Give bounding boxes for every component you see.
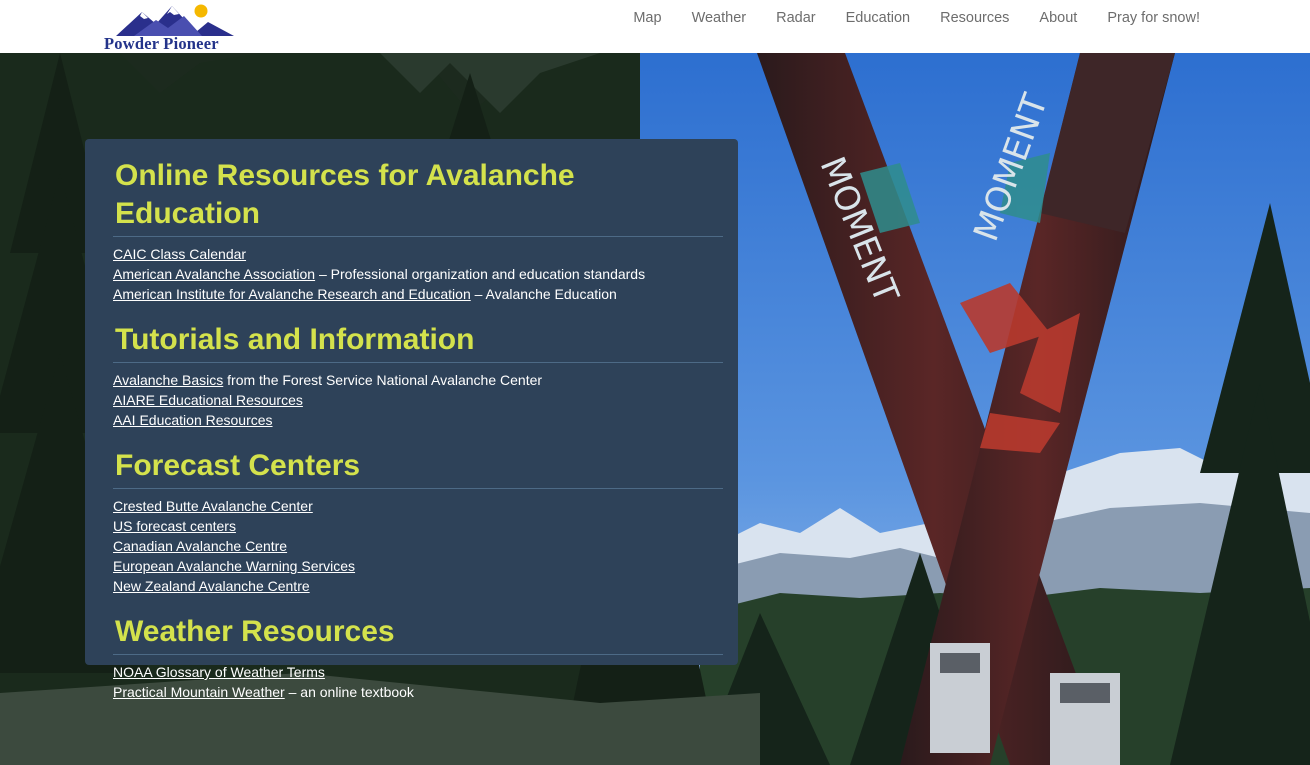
list-item: NOAA Glossary of Weather Terms	[113, 662, 723, 682]
site-header: Powder Pioneer Map Weather Radar Educati…	[0, 0, 1310, 53]
nav-link-map[interactable]: Map	[633, 10, 661, 26]
link-noaa-glossary[interactable]: NOAA Glossary of Weather Terms	[113, 664, 325, 680]
nav-link-about[interactable]: About	[1039, 10, 1077, 26]
list-item: US forecast centers	[113, 516, 723, 536]
link-crested-butte-avalanche-center[interactable]: Crested Butte Avalanche Center	[113, 498, 313, 514]
mountain-logo-icon	[116, 4, 234, 36]
link-new-zealand-avalanche-centre[interactable]: New Zealand Avalanche Centre	[113, 578, 310, 594]
nav-link-radar[interactable]: Radar	[776, 10, 816, 26]
list-item: AAI Education Resources	[113, 410, 723, 430]
list-item: Crested Butte Avalanche Center	[113, 496, 723, 516]
link-american-avalanche-association[interactable]: American Avalanche Association	[113, 266, 315, 282]
link-us-forecast-centers[interactable]: US forecast centers	[113, 518, 236, 534]
link-european-avalanche-warning-services[interactable]: European Avalanche Warning Services	[113, 558, 355, 574]
list-item: CAIC Class Calendar	[113, 244, 723, 264]
link-practical-mountain-weather[interactable]: Practical Mountain Weather	[113, 684, 285, 700]
section-weather-resources: Weather Resources NOAA Glossary of Weath…	[113, 613, 723, 702]
link-aai-education-resources[interactable]: AAI Education Resources	[113, 412, 273, 428]
section-heading: Online Resources for Avalanche Education	[115, 159, 575, 230]
nav-link-pray-for-snow[interactable]: Pray for snow!	[1107, 10, 1200, 26]
link-aiare-educational-resources[interactable]: AIARE Educational Resources	[113, 392, 303, 408]
link-canadian-avalanche-centre[interactable]: Canadian Avalanche Centre	[113, 538, 287, 554]
nav-link-resources[interactable]: Resources	[940, 10, 1009, 26]
list-item: AIARE Educational Resources	[113, 390, 723, 410]
list-item: Canadian Avalanche Centre	[113, 536, 723, 556]
resource-list: Crested Butte Avalanche Center US foreca…	[113, 496, 723, 596]
section-divider	[113, 488, 723, 489]
section-heading: Weather Resources	[115, 615, 395, 648]
list-item: American Institute for Avalanche Researc…	[113, 286, 617, 302]
resource-list: NOAA Glossary of Weather Terms Practical…	[113, 662, 723, 702]
resource-list: Avalanche Basics from the Forest Service…	[113, 370, 723, 430]
link-caic-class-calendar[interactable]: CAIC Class Calendar	[113, 246, 246, 262]
main-nav: Map Weather Radar Education Resources Ab…	[633, 10, 1200, 26]
resources-panel: Online Resources for Avalanche Education…	[85, 139, 738, 700]
section-heading: Forecast Centers	[115, 449, 361, 482]
section-avalanche-education: Online Resources for Avalanche Education…	[113, 157, 723, 304]
list-item: American Avalanche Association – Profess…	[113, 266, 646, 282]
link-avalanche-basics[interactable]: Avalanche Basics	[113, 372, 223, 388]
section-divider	[113, 236, 723, 237]
site-logo[interactable]: Powder Pioneer	[104, 2, 260, 53]
section-heading: Tutorials and Information	[115, 323, 475, 356]
section-divider	[113, 362, 723, 363]
list-item: Avalanche Basics from the Forest Service…	[113, 372, 543, 388]
section-divider	[113, 654, 723, 655]
section-tutorials: Tutorials and Information Avalanche Basi…	[113, 321, 723, 430]
nav-link-weather[interactable]: Weather	[692, 10, 747, 26]
list-item: European Avalanche Warning Services	[113, 556, 723, 576]
link-aiare[interactable]: American Institute for Avalanche Researc…	[113, 286, 471, 302]
list-item: Practical Mountain Weather – an online t…	[113, 684, 414, 700]
logo-wordmark: Powder Pioneer	[104, 34, 219, 53]
list-item: New Zealand Avalanche Centre	[113, 576, 723, 596]
nav-link-education[interactable]: Education	[846, 10, 911, 26]
resource-list: CAIC Class Calendar American Avalanche A…	[113, 244, 723, 304]
section-forecast-centers: Forecast Centers Crested Butte Avalanche…	[113, 447, 723, 596]
